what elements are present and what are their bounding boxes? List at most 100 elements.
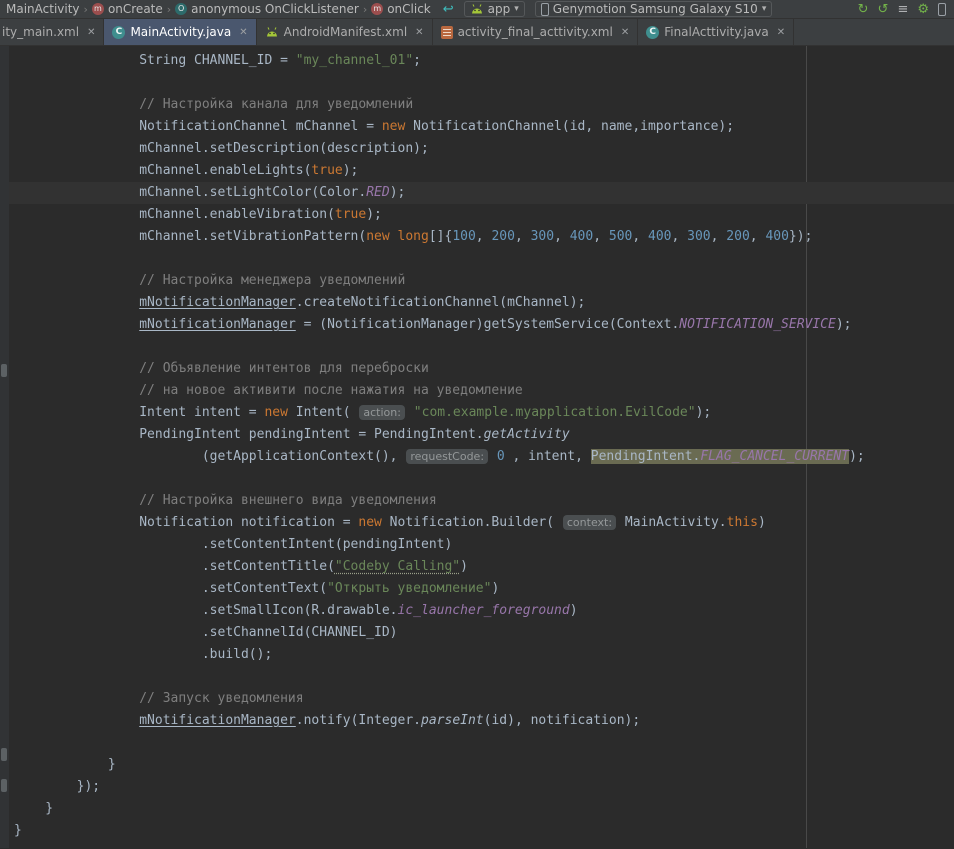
- code-line[interactable]: }: [14, 798, 954, 820]
- breadcrumb-item-onclick[interactable]: m onClick: [369, 2, 433, 16]
- code-token: ,: [476, 229, 492, 244]
- code-token: 200: [491, 229, 514, 244]
- breadcrumb-item-class[interactable]: MainActivity: [4, 2, 82, 16]
- code-line[interactable]: }: [14, 820, 954, 842]
- code-line[interactable]: mChannel.setVibrationPattern(new long[]{…: [14, 226, 954, 248]
- code-line[interactable]: (getApplicationContext(), requestCode: 0…: [14, 446, 954, 468]
- tab-label: AndroidManifest.xml: [284, 25, 408, 39]
- code-token: });: [789, 229, 812, 244]
- code-token: "Открыть уведомление": [327, 581, 491, 596]
- code-token: (getApplicationContext(),: [14, 449, 405, 464]
- tab-activity-final-acttivity-xml[interactable]: activity_final_acttivity.xml ✕: [433, 19, 639, 45]
- editor[interactable]: String CHANNEL_ID = "my_channel_01"; // …: [0, 46, 954, 848]
- inlay-hint: context:: [563, 515, 616, 530]
- code-token: .setChannelId(CHANNEL_ID): [14, 625, 398, 640]
- code-token: "com.example.myapplication.EvilCode": [414, 405, 696, 420]
- code-token: ;: [413, 53, 421, 68]
- editor-tab-bar: ity_main.xml ✕ C MainActivity.java ✕ And…: [0, 19, 954, 46]
- code-area[interactable]: String CHANNEL_ID = "my_channel_01"; // …: [9, 46, 954, 848]
- code-line[interactable]: [14, 336, 954, 358]
- code-line[interactable]: // Настройка менеджера уведомлений: [14, 270, 954, 292]
- code-line[interactable]: // Запуск уведомления: [14, 688, 954, 710]
- code-token: NotificationChannel mChannel =: [14, 119, 382, 134]
- breadcrumb-item-anonymous-class[interactable]: O anonymous OnClickListener: [173, 2, 361, 16]
- device-file-explorer-icon[interactable]: [938, 3, 946, 16]
- code-line[interactable]: }: [14, 754, 954, 776]
- code-line[interactable]: mNotificationManager = (NotificationMana…: [14, 314, 954, 336]
- code-line[interactable]: mChannel.setLightColor(Color.RED);: [9, 182, 954, 204]
- code-token: // Настройка менеджера уведомлений: [14, 273, 405, 288]
- tab-mainactivity-java[interactable]: C MainActivity.java ✕: [104, 19, 256, 45]
- close-icon[interactable]: ✕: [239, 27, 247, 38]
- code-line[interactable]: Notification notification = new Notifica…: [14, 512, 954, 534]
- code-line[interactable]: // Настройка внешнего вида уведомления: [14, 490, 954, 512]
- code-line[interactable]: .setChannelId(CHANNEL_ID): [14, 622, 954, 644]
- code-token: 400: [648, 229, 671, 244]
- code-token: // на новое активити после нажатия на ув…: [14, 383, 523, 398]
- navigate-back-icon[interactable]: ↩: [443, 2, 454, 17]
- android-icon: [265, 27, 279, 37]
- main-toolbar: MainActivity › m onCreate › O anonymous …: [0, 0, 954, 19]
- breadcrumb-item-oncreate[interactable]: m onCreate: [90, 2, 165, 16]
- code-line[interactable]: mChannel.enableLights(true);: [14, 160, 954, 182]
- apply-code-changes-icon[interactable]: ↺: [878, 3, 889, 16]
- code-line[interactable]: [14, 72, 954, 94]
- phone-icon: [541, 3, 549, 16]
- close-icon[interactable]: ✕: [621, 27, 629, 38]
- tab-activity-main-xml[interactable]: ity_main.xml ✕: [0, 19, 104, 45]
- code-line[interactable]: [14, 666, 954, 688]
- code-line[interactable]: .build();: [14, 644, 954, 666]
- apply-changes-icon[interactable]: ↻: [858, 3, 869, 16]
- tab-androidmanifest-xml[interactable]: AndroidManifest.xml ✕: [257, 19, 433, 45]
- code-line[interactable]: Intent intent = new Intent( action: "com…: [14, 402, 954, 424]
- code-token: .setContentTitle(: [14, 559, 335, 574]
- code-token: 0: [497, 449, 505, 464]
- layout-xml-icon: [441, 26, 453, 39]
- code-line[interactable]: [14, 732, 954, 754]
- code-line[interactable]: mChannel.enableVibration(true);: [14, 204, 954, 226]
- code-line[interactable]: mChannel.setDescription(description);: [14, 138, 954, 160]
- close-icon[interactable]: ✕: [777, 27, 785, 38]
- sync-project-icon[interactable]: ⚙: [917, 3, 929, 16]
- code-line[interactable]: // на новое активити после нажатия на ув…: [14, 380, 954, 402]
- tab-label: FinalActtivity.java: [664, 25, 768, 39]
- device-selector[interactable]: Genymotion Samsung Galaxy S10 ▾: [535, 1, 773, 17]
- code-line[interactable]: NotificationChannel mChannel = new Notif…: [14, 116, 954, 138]
- code-token: [14, 713, 139, 728]
- code-line[interactable]: String CHANNEL_ID = "my_channel_01";: [14, 50, 954, 72]
- code-token: "my_channel_01": [296, 53, 413, 68]
- code-line[interactable]: .setContentTitle("Codeby Calling"): [14, 556, 954, 578]
- code-line[interactable]: [14, 248, 954, 270]
- code-line[interactable]: mNotificationManager.createNotificationC…: [14, 292, 954, 314]
- code-token: new: [366, 229, 389, 244]
- close-icon[interactable]: ✕: [415, 27, 423, 38]
- gutter-marker: [1, 748, 7, 761]
- tab-finalacttivity-java[interactable]: C FinalActtivity.java ✕: [638, 19, 794, 45]
- code-token: .notify(Integer.: [296, 713, 421, 728]
- code-line[interactable]: // Настройка канала для уведомлений: [14, 94, 954, 116]
- code-line[interactable]: });: [14, 776, 954, 798]
- chevron-right-icon: ›: [165, 3, 173, 16]
- run-configuration-selector[interactable]: app ▾: [464, 1, 525, 17]
- code-line[interactable]: [14, 468, 954, 490]
- code-token: new: [264, 405, 287, 420]
- code-line[interactable]: .setContentIntent(pendingIntent): [14, 534, 954, 556]
- code-line[interactable]: // Объявление интентов для переброски: [14, 358, 954, 380]
- code-token: });: [14, 779, 100, 794]
- code-token: new: [358, 515, 381, 530]
- code-line[interactable]: .setSmallIcon(R.drawable.ic_launcher_for…: [14, 600, 954, 622]
- close-icon[interactable]: ✕: [87, 27, 95, 38]
- code-line[interactable]: PendingIntent pendingIntent = PendingInt…: [14, 424, 954, 446]
- tab-label: activity_final_acttivity.xml: [458, 25, 613, 39]
- profiler-icon[interactable]: ≡: [897, 3, 908, 16]
- code-line[interactable]: .setContentText("Открыть уведомление"): [14, 578, 954, 600]
- inlay-hint: requestCode:: [406, 449, 488, 464]
- code-token: [406, 405, 414, 420]
- code-token: true: [335, 207, 366, 222]
- code-token: [14, 295, 139, 310]
- editor-gutter[interactable]: [0, 46, 9, 848]
- code-token: parseInt: [421, 713, 484, 728]
- code-line[interactable]: mNotificationManager.notify(Integer.pars…: [14, 710, 954, 732]
- code-token: [14, 317, 139, 332]
- code-token: getActivity: [484, 427, 570, 442]
